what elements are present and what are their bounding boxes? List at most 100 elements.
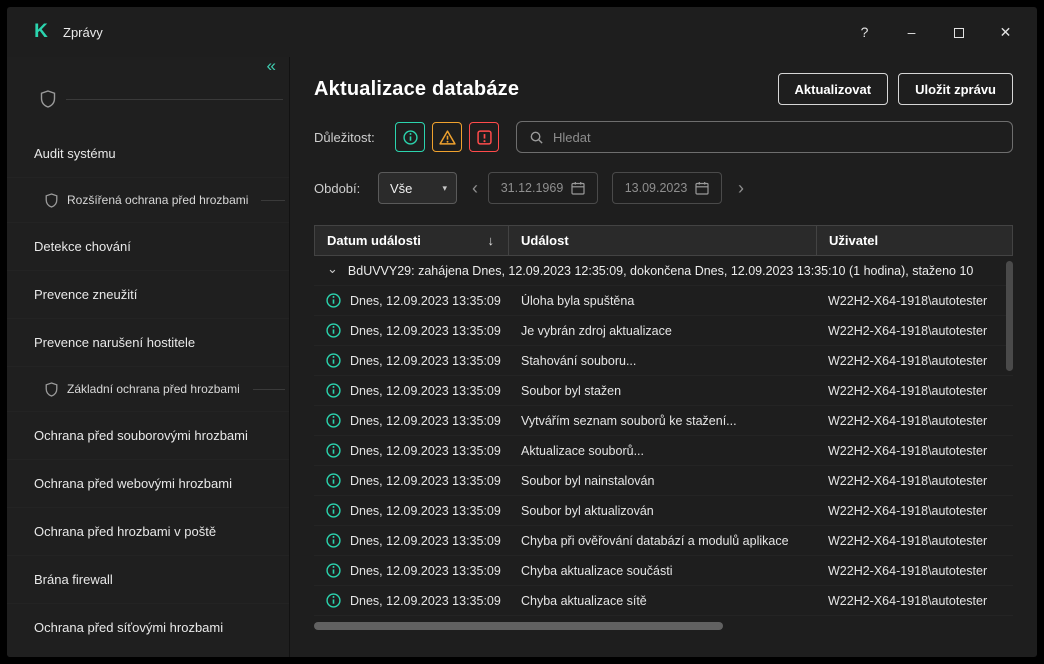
sidebar-item[interactable]: Ochrana před hrozbami v poště xyxy=(7,507,289,555)
event-row[interactable]: Dnes, 12.09.2023 13:35:09 Vytvářím sezna… xyxy=(314,406,1013,436)
sidebar-item[interactable]: Ochrana před síťovými hrozbami xyxy=(7,603,289,651)
event-date-cell: Dnes, 12.09.2023 13:35:09 xyxy=(314,293,508,308)
event-date: Dnes, 12.09.2023 13:35:09 xyxy=(350,534,501,548)
event-name-cell: Úloha byla spuštěna xyxy=(508,294,816,308)
period-label: Období: xyxy=(314,181,378,196)
info-icon xyxy=(326,563,341,578)
period-select[interactable]: Vše ▾ xyxy=(378,172,457,204)
sidebar-item-label: Detekce chování xyxy=(34,239,131,254)
collapse-sidebar-button[interactable]: « xyxy=(267,56,276,76)
event-row[interactable]: Dnes, 12.09.2023 13:35:09 Je vybrán zdro… xyxy=(314,316,1013,346)
column-header-user[interactable]: Uživatel xyxy=(817,226,1012,255)
sidebar-section-label: Základní ochrana před hrozbami xyxy=(67,382,240,396)
column-header-event[interactable]: Událost xyxy=(509,226,817,255)
event-row[interactable]: Dnes, 12.09.2023 13:35:09 Soubor byl sta… xyxy=(314,376,1013,406)
event-name-cell: Soubor byl aktualizován xyxy=(508,504,816,518)
column-header-date[interactable]: Datum události ↓ xyxy=(315,226,509,255)
app-body: « Audit systému Rozšířená ochrana před h… xyxy=(7,57,1037,657)
event-date-cell: Dnes, 12.09.2023 13:35:09 xyxy=(314,533,508,548)
shield-icon xyxy=(45,193,58,208)
event-date: Dnes, 12.09.2023 13:35:09 xyxy=(350,564,501,578)
event-row[interactable]: Dnes, 12.09.2023 13:35:09 Chyba aktualiz… xyxy=(314,586,1013,616)
minimize-button[interactable]: – xyxy=(888,7,935,57)
next-period-button[interactable]: › xyxy=(738,179,744,197)
sidebar-item[interactable]: Ochrana před souborovými hrozbami xyxy=(7,411,289,459)
shield-icon xyxy=(40,90,56,108)
event-row[interactable]: Dnes, 12.09.2023 13:35:09 Soubor byl akt… xyxy=(314,496,1013,526)
event-date-cell: Dnes, 12.09.2023 13:35:09 xyxy=(314,413,508,428)
update-button[interactable]: Aktualizovat xyxy=(778,73,889,105)
event-date-cell: Dnes, 12.09.2023 13:35:09 xyxy=(314,503,508,518)
date-to-value: 13.09.2023 xyxy=(625,181,688,195)
search-box xyxy=(516,121,1013,153)
horizontal-scrollbar-thumb[interactable] xyxy=(314,622,723,630)
events-table: Datum události ↓ Událost Uživatel ⌄ xyxy=(314,225,1013,657)
collapse-group-icon[interactable]: ⌄ xyxy=(327,261,338,277)
event-row[interactable]: Dnes, 12.09.2023 13:35:09 Stahování soub… xyxy=(314,346,1013,376)
search-input[interactable] xyxy=(553,130,1000,145)
event-date: Dnes, 12.09.2023 13:35:09 xyxy=(350,354,501,368)
sidebar-item[interactable]: Detekce chování xyxy=(7,222,289,270)
info-icon xyxy=(326,383,341,398)
event-user-cell: W22H2-X64-1918\autotester xyxy=(816,294,1013,308)
event-row[interactable]: Dnes, 12.09.2023 13:35:09 Aktualizace so… xyxy=(314,436,1013,466)
event-user-cell: W22H2-X64-1918\autotester xyxy=(816,384,1013,398)
kaspersky-reports-window: K Zprávy ? – ✕ « Audit systému xyxy=(7,7,1037,657)
info-icon xyxy=(403,130,418,145)
vertical-scrollbar-thumb[interactable] xyxy=(1006,261,1013,371)
sidebar-item-label: Prevence zneužití xyxy=(34,287,137,302)
sidebar-item[interactable]: Brána firewall xyxy=(7,555,289,603)
importance-info-button[interactable] xyxy=(395,122,425,152)
sidebar-item-label: Ochrana před souborovými hrozbami xyxy=(34,428,248,443)
event-name-cell: Stahování souboru... xyxy=(508,354,816,368)
sidebar-item-label: Ochrana před síťovými hrozbami xyxy=(34,620,223,635)
sidebar-item[interactable]: Audit systému xyxy=(7,129,289,177)
date-from-field[interactable]: 31.12.1969 xyxy=(488,172,598,204)
sidebar-item-label: Ochrana před webovými hrozbami xyxy=(34,476,232,491)
event-name-cell: Soubor byl nainstalován xyxy=(508,474,816,488)
calendar-icon xyxy=(571,181,585,195)
maximize-button[interactable] xyxy=(935,7,982,57)
header-buttons: Aktualizovat Uložit zprávu xyxy=(778,73,1013,105)
event-date: Dnes, 12.09.2023 13:35:09 xyxy=(350,384,501,398)
warning-icon xyxy=(439,130,456,145)
event-name-cell: Soubor byl stažen xyxy=(508,384,816,398)
event-name-cell: Aktualizace souborů... xyxy=(508,444,816,458)
event-date: Dnes, 12.09.2023 13:35:09 xyxy=(350,594,501,608)
info-icon xyxy=(326,503,341,518)
importance-warning-button[interactable] xyxy=(432,122,462,152)
event-date-cell: Dnes, 12.09.2023 13:35:09 xyxy=(314,383,508,398)
sidebar-item[interactable]: Ochrana před webovými hrozbami xyxy=(7,459,289,507)
event-date: Dnes, 12.09.2023 13:35:09 xyxy=(350,444,501,458)
event-name-cell: Vytvářím seznam souborů ke stažení... xyxy=(508,414,816,428)
task-group-row[interactable]: ⌄ BdUVVY29: zahájena Dnes, 12.09.2023 12… xyxy=(314,256,1013,286)
window-title: Zprávy xyxy=(63,25,103,40)
event-row[interactable]: Dnes, 12.09.2023 13:35:09 Soubor byl nai… xyxy=(314,466,1013,496)
event-row[interactable]: Dnes, 12.09.2023 13:35:09 Úloha byla spu… xyxy=(314,286,1013,316)
sidebar-item-label: Audit systému xyxy=(34,146,116,161)
sidebar-item-label: Prevence narušení hostitele xyxy=(34,335,195,350)
info-icon xyxy=(326,473,341,488)
date-to-field[interactable]: 13.09.2023 xyxy=(612,172,722,204)
sidebar-item[interactable]: Prevence narušení hostitele xyxy=(7,318,289,366)
window-controls: ? – ✕ xyxy=(841,7,1029,57)
event-name-cell: Je vybrán zdroj aktualizace xyxy=(508,324,816,338)
info-icon xyxy=(326,323,341,338)
date-from-value: 31.12.1969 xyxy=(501,181,564,195)
save-report-button[interactable]: Uložit zprávu xyxy=(898,73,1013,105)
table-body: ⌄ BdUVVY29: zahájena Dnes, 12.09.2023 12… xyxy=(314,256,1013,616)
previous-period-button[interactable]: ‹ xyxy=(472,179,478,197)
event-date: Dnes, 12.09.2023 13:35:09 xyxy=(350,474,501,488)
event-row[interactable]: Dnes, 12.09.2023 13:35:09 Chyba při ověř… xyxy=(314,526,1013,556)
sidebar-item[interactable]: Prevence zneužití xyxy=(7,270,289,318)
event-row[interactable]: Dnes, 12.09.2023 13:35:09 Chyba aktualiz… xyxy=(314,556,1013,586)
critical-icon xyxy=(477,130,492,145)
event-user-cell: W22H2-X64-1918\autotester xyxy=(816,594,1013,608)
period-select-value: Vše xyxy=(390,181,412,196)
importance-critical-button[interactable] xyxy=(469,122,499,152)
help-button[interactable]: ? xyxy=(841,7,888,57)
sidebar-top-section xyxy=(7,57,289,129)
info-icon xyxy=(326,353,341,368)
close-button[interactable]: ✕ xyxy=(982,7,1029,57)
section-divider-line xyxy=(261,200,285,201)
